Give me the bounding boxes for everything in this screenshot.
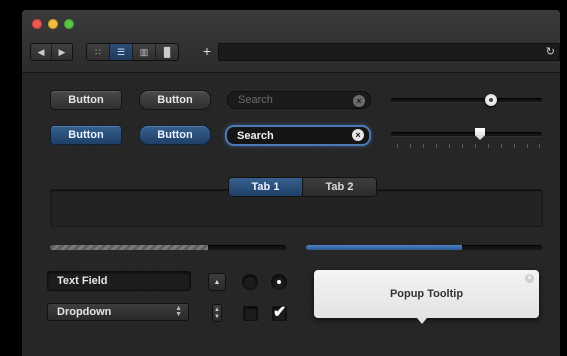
updown-arrows-icon: ▲ ▼ xyxy=(175,305,182,318)
dropdown-value: Dropdown xyxy=(57,306,112,318)
forward-arrow-icon: ▶ xyxy=(58,46,66,57)
stepper-control[interactable]: ▲ ▼ xyxy=(212,304,222,322)
clear-search-icon[interactable]: × xyxy=(352,129,364,141)
checkbox-unchecked[interactable] xyxy=(243,306,258,321)
progress-bar-striped xyxy=(50,245,286,250)
popup-tooltip: Popup Tooltip × xyxy=(314,270,539,324)
progress-bar-blue xyxy=(306,245,542,250)
tooltip-pointer xyxy=(417,318,427,324)
disclosure-button[interactable]: ▲ xyxy=(208,273,226,291)
tooltip-close-icon[interactable]: × xyxy=(525,274,534,283)
radio-button-off[interactable] xyxy=(242,274,258,290)
arrow-up-icon: ▲ xyxy=(213,278,221,286)
search-value: Search xyxy=(237,129,274,142)
button-pill-primary[interactable]: Button xyxy=(139,125,211,145)
search-field-active[interactable]: Search × xyxy=(225,125,371,146)
address-bar[interactable]: ↻ xyxy=(218,43,560,61)
list-view-button[interactable]: ☰ xyxy=(110,44,133,60)
title-bar: ◀ ▶ ∷ ☰ ▥ ▐▌ + ↻ xyxy=(22,10,560,73)
column-view-button[interactable]: ▥ xyxy=(133,44,156,60)
app-window: ◀ ▶ ∷ ☰ ▥ ▐▌ + ↻ Button Button Button Bu… xyxy=(22,10,560,356)
coverflow-view-button[interactable]: ▐▌ xyxy=(156,44,178,60)
reload-icon[interactable]: ↻ xyxy=(546,44,555,60)
back-button[interactable]: ◀ xyxy=(31,44,52,60)
stepper-arrows-icon: ▲ ▼ xyxy=(214,307,220,320)
add-tab-button[interactable]: + xyxy=(198,43,216,59)
button-rect-default[interactable]: Button xyxy=(50,90,122,110)
minimize-window-button[interactable] xyxy=(48,19,58,29)
slider-ticked-knob[interactable] xyxy=(475,128,485,140)
zoom-window-button[interactable] xyxy=(64,19,74,29)
close-window-button[interactable] xyxy=(32,19,42,29)
search-placeholder: Search xyxy=(238,94,273,106)
column-view-icon: ▥ xyxy=(139,46,149,57)
list-view-icon: ☰ xyxy=(116,46,126,57)
grid-view-icon: ∷ xyxy=(95,46,101,57)
button-rect-primary[interactable]: Button xyxy=(50,125,122,145)
checkbox-checked[interactable]: ✔ xyxy=(272,304,287,321)
button-pill-default[interactable]: Button xyxy=(139,90,211,110)
slider-ticked[interactable] xyxy=(391,132,542,136)
tooltip-text: Popup Tooltip xyxy=(389,288,464,300)
text-field[interactable]: Text Field xyxy=(47,271,191,291)
tab-2[interactable]: Tab 2 xyxy=(303,178,376,196)
slider-round[interactable] xyxy=(391,98,542,102)
coverflow-view-icon: ▐▌ xyxy=(160,47,174,57)
content-area: Button Button Button Button Search × Sea… xyxy=(22,73,560,356)
tab-bar: Tab 1 Tab 2 xyxy=(228,177,377,197)
nav-back-forward: ◀ ▶ xyxy=(30,43,73,61)
tab-1[interactable]: Tab 1 xyxy=(229,178,303,196)
checkmark-icon: ✔ xyxy=(273,304,287,321)
grid-view-button[interactable]: ∷ xyxy=(87,44,110,60)
search-field-inactive[interactable]: Search × xyxy=(227,91,371,109)
dropdown-select[interactable]: Dropdown ▲ ▼ xyxy=(47,303,189,321)
radio-button-on[interactable] xyxy=(271,274,287,290)
forward-button[interactable]: ▶ xyxy=(52,44,72,60)
clear-search-icon[interactable]: × xyxy=(353,95,365,107)
view-mode-selector: ∷ ☰ ▥ ▐▌ xyxy=(86,43,179,61)
back-arrow-icon: ◀ xyxy=(37,46,45,57)
slider-round-knob[interactable] xyxy=(485,94,497,106)
plus-icon: + xyxy=(202,43,212,59)
